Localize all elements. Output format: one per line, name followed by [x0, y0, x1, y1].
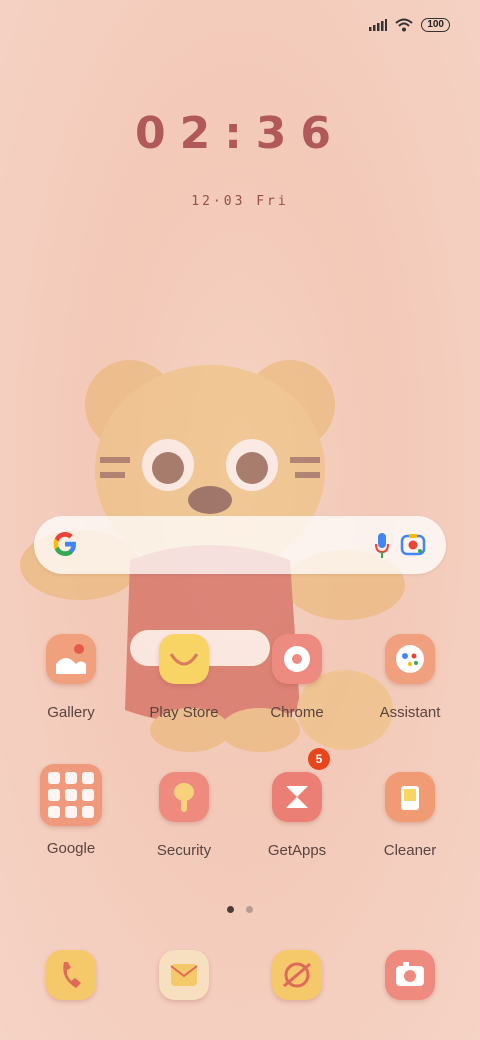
dock-messages[interactable] [129, 950, 239, 1000]
app-play-store[interactable]: Play Store [129, 634, 239, 721]
wifi-icon [395, 18, 413, 32]
google-g-icon [53, 532, 76, 556]
message-icon [159, 950, 209, 1000]
page-dot-active[interactable] [226, 906, 234, 913]
getapps-icon: 5 [272, 748, 330, 822]
security-icon [159, 772, 209, 822]
microphone-icon[interactable] [375, 533, 389, 559]
app-label: Chrome [270, 704, 324, 721]
app-label: GetApps [267, 842, 327, 859]
app-chrome[interactable]: Chrome [242, 634, 352, 721]
clock-date: 12·03 Fri [191, 194, 289, 209]
browser-icon [272, 950, 322, 1000]
camera-icon [385, 950, 435, 1000]
app-gallery[interactable]: Gallery [16, 634, 126, 721]
battery-indicator: 100 [421, 18, 450, 32]
phone-icon [46, 950, 96, 1000]
folder-icon [40, 764, 102, 826]
google-search-bar[interactable] [34, 516, 446, 574]
app-cleaner[interactable]: Cleaner [355, 772, 465, 859]
dock-camera[interactable] [355, 950, 465, 1000]
folder-google[interactable]: Google [16, 764, 126, 857]
app-assistant[interactable]: Assistant [355, 634, 465, 721]
app-getapps[interactable]: 5 GetApps [242, 748, 352, 859]
app-label: Cleaner [383, 842, 437, 859]
clock-time: 02:36 [134, 108, 346, 159]
dock-phone[interactable] [16, 950, 126, 1000]
page-indicator[interactable] [0, 900, 480, 918]
app-label: Google [46, 840, 96, 857]
google-lens-icon[interactable] [400, 532, 426, 558]
cleaner-icon [385, 772, 435, 822]
app-label: Gallery [47, 704, 95, 721]
dock-browser[interactable] [242, 950, 352, 1000]
assistant-icon [385, 634, 435, 684]
notification-badge: 5 [308, 748, 330, 770]
app-label: Assistant [379, 704, 441, 721]
gallery-icon [46, 634, 96, 684]
app-label: Security [156, 842, 212, 859]
status-bar: 100 [369, 18, 450, 32]
chrome-icon [272, 634, 322, 684]
signal-icon [369, 19, 388, 31]
page-dot[interactable] [246, 906, 254, 913]
play-store-icon [159, 634, 209, 684]
app-security[interactable]: Security [129, 772, 239, 859]
app-label: Play Store [149, 704, 219, 721]
